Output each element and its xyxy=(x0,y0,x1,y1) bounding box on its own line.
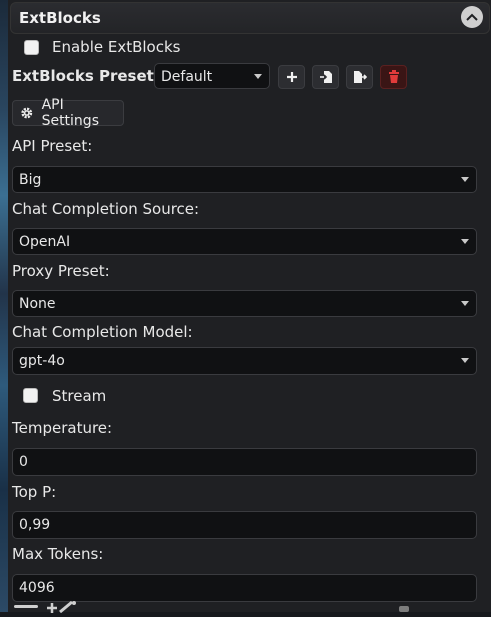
caret-down-icon xyxy=(461,301,469,306)
top-p-value: 0,99 xyxy=(19,517,51,533)
gear-icon xyxy=(21,107,33,119)
completion-source-select[interactable]: OpenAI xyxy=(12,228,477,255)
background-wallpaper xyxy=(0,0,8,612)
import-icon[interactable] xyxy=(312,65,339,89)
proxy-preset-select[interactable]: None xyxy=(12,290,477,317)
enable-extblocks-checkbox[interactable] xyxy=(24,40,39,55)
caret-down-icon xyxy=(461,239,469,244)
top-p-label: Top P: xyxy=(12,483,57,501)
preset-select[interactable]: Default xyxy=(154,63,270,89)
api-preset-label: API Preset: xyxy=(12,137,93,155)
completion-model-select[interactable]: gpt-4o xyxy=(12,347,477,375)
max-tokens-label: Max Tokens: xyxy=(12,545,104,563)
resize-handle[interactable] xyxy=(399,606,409,612)
api-settings-label: API Settings xyxy=(41,97,99,129)
proxy-preset-label: Proxy Preset: xyxy=(12,262,110,280)
temperature-value: 0 xyxy=(19,454,28,470)
extblocks-panel: ExtBlocks Enable ExtBlocks ExtBlocks Pre… xyxy=(8,0,491,614)
temperature-input[interactable]: 0 xyxy=(12,448,477,476)
drawer-title: ExtBlocks xyxy=(19,9,101,27)
plus-icon[interactable] xyxy=(278,65,305,89)
completion-source-value: OpenAI xyxy=(19,234,71,250)
api-preset-value: Big xyxy=(19,172,42,188)
caret-down-icon xyxy=(254,74,262,79)
temperature-label: Temperature: xyxy=(12,419,113,437)
drawer-header[interactable]: ExtBlocks xyxy=(10,2,490,34)
stream-checkbox[interactable] xyxy=(23,388,38,403)
completion-source-label: Chat Completion Source: xyxy=(12,200,200,218)
preset-label: ExtBlocks Preset: xyxy=(12,67,160,85)
enable-extblocks-label: Enable ExtBlocks xyxy=(52,38,181,56)
caret-down-icon xyxy=(461,358,469,363)
preset-select-value: Default xyxy=(161,69,213,85)
export-icon[interactable] xyxy=(346,65,373,89)
caret-down-icon xyxy=(461,177,469,182)
proxy-preset-value: None xyxy=(19,296,56,312)
chevron-up-icon[interactable] xyxy=(461,6,483,28)
api-preset-select[interactable]: Big xyxy=(12,166,477,193)
menu-and-magic-icons xyxy=(14,600,76,614)
top-p-input[interactable]: 0,99 xyxy=(12,511,477,539)
bottom-toolbar xyxy=(14,598,84,617)
completion-model-label: Chat Completion Model: xyxy=(12,323,193,341)
completion-model-value: gpt-4o xyxy=(19,353,65,369)
api-settings-button[interactable]: API Settings xyxy=(12,97,124,129)
max-tokens-value: 4096 xyxy=(19,580,55,596)
trash-icon[interactable] xyxy=(380,65,407,89)
stream-label: Stream xyxy=(52,387,107,405)
